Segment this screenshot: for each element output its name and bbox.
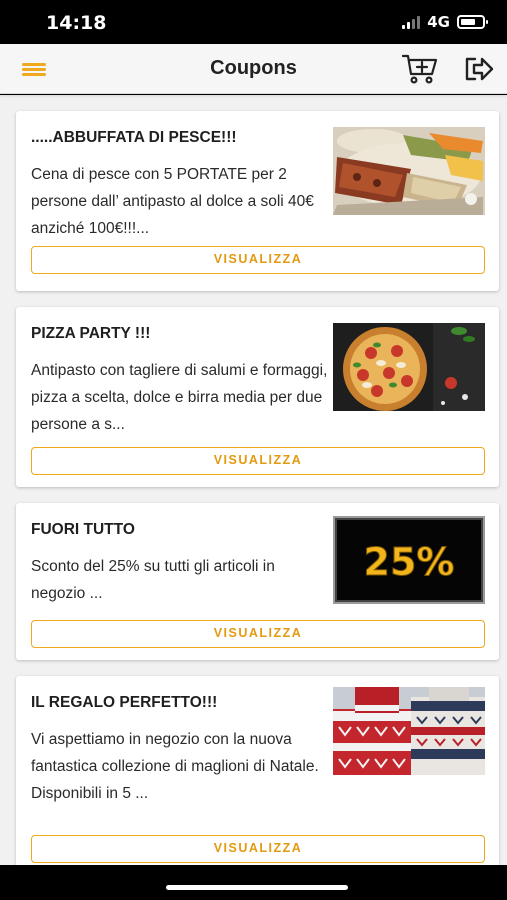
seafood-platter-image	[333, 127, 485, 215]
logout-icon[interactable]	[463, 55, 495, 83]
coupon-description: Cena di pesce con 5 PORTATE per 2 person…	[31, 166, 314, 237]
network-type: 4G	[427, 13, 450, 31]
discount-sign-image: 25%	[333, 516, 485, 604]
coupon-title: FUORI TUTTO	[31, 521, 135, 538]
app-header: Coupons	[0, 44, 507, 94]
status-bar: 14:18 4G	[0, 0, 507, 44]
status-time: 14:18	[46, 12, 107, 34]
view-coupon-button[interactable]: VISUALIZZA	[31, 835, 485, 863]
coupon-description: Sconto del 25% su tutti gli articoli in …	[31, 558, 275, 602]
status-indicators: 4G	[402, 13, 488, 31]
coupon-title: PIZZA PARTY !!!	[31, 325, 151, 342]
home-bar	[0, 865, 507, 900]
cart-add-icon[interactable]	[401, 53, 438, 85]
coupon-title: IL REGALO PERFETTO!!!	[31, 694, 218, 711]
view-coupon-button[interactable]: VISUALIZZA	[31, 620, 485, 648]
coupon-card[interactable]: FUORI TUTTO Sconto del 25% su tutti gli …	[16, 503, 499, 660]
coupon-title: .....ABBUFFATA DI PESCE!!!	[31, 129, 237, 146]
discount-sign-label: 25%	[364, 540, 455, 584]
battery-icon	[457, 15, 488, 29]
view-coupon-button[interactable]: VISUALIZZA	[31, 246, 485, 274]
battery-level	[461, 19, 475, 25]
coupon-description: Antipasto con tagliere di salumi e forma…	[31, 362, 328, 433]
coupon-card[interactable]: .....ABBUFFATA DI PESCE!!! Cena di pesce…	[16, 111, 499, 291]
coupon-list[interactable]: .....ABBUFFATA DI PESCE!!! Cena di pesce…	[0, 95, 507, 865]
pizza-image	[333, 323, 485, 411]
coupon-card[interactable]: PIZZA PARTY !!! Antipasto con tagliere d…	[16, 307, 499, 487]
christmas-sweaters-image	[333, 687, 485, 775]
view-coupon-button[interactable]: VISUALIZZA	[31, 447, 485, 475]
home-indicator[interactable]	[166, 885, 348, 890]
coupon-card[interactable]: IL REGALO PERFETTO!!! Vi aspettiamo in n…	[16, 676, 499, 865]
signal-strength-icon	[402, 15, 421, 29]
coupon-description: Vi aspettiamo in negozio con la nuova fa…	[31, 731, 319, 802]
